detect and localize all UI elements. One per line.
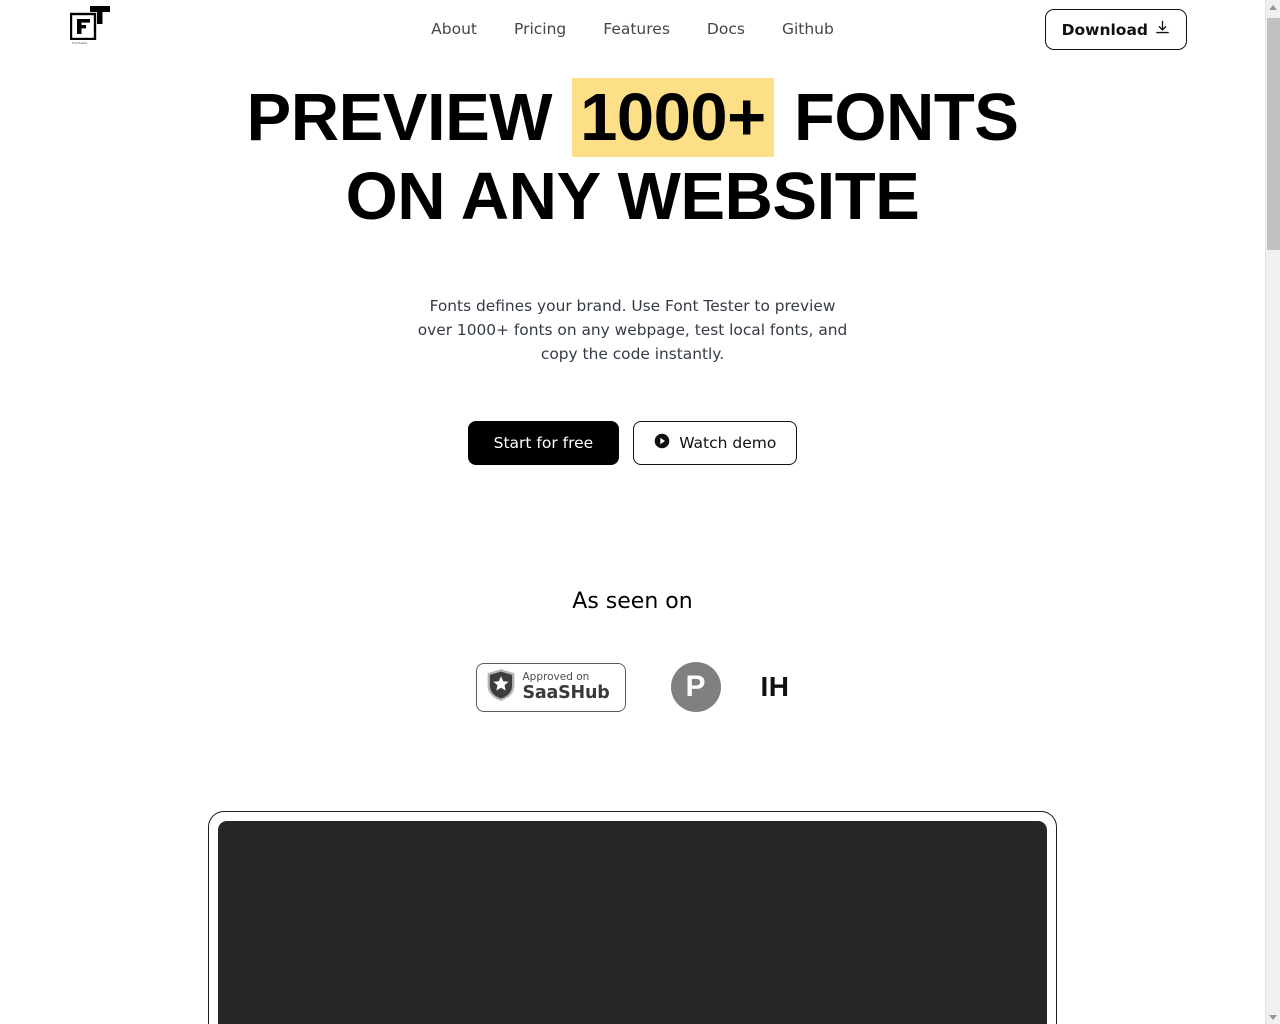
saashub-line2: SaaSHub xyxy=(522,682,610,703)
demo-video-player[interactable] xyxy=(218,821,1047,1024)
play-circle-icon xyxy=(654,433,670,453)
nav-item-about[interactable]: About xyxy=(431,17,477,41)
social-proof-badges: Approved on SaaSHub P IH xyxy=(0,662,1265,712)
hero-cta-group: Start for free Watch demo xyxy=(0,421,1265,465)
scrollbar-thumb[interactable] xyxy=(1267,18,1280,250)
scroll-up-arrow-icon[interactable] xyxy=(1266,0,1280,14)
saashub-line1: Approved on xyxy=(522,671,590,683)
nav-item-docs[interactable]: Docs xyxy=(707,17,745,41)
start-for-free-label: Start for free xyxy=(493,434,594,452)
product-hunt-badge[interactable]: P xyxy=(670,662,721,712)
page-content: font tester About Pricing Features Docs … xyxy=(0,0,1265,1024)
start-for-free-button[interactable]: Start for free xyxy=(467,421,620,465)
brand-tagline: font tester xyxy=(72,42,88,46)
download-button[interactable]: Download xyxy=(1044,9,1187,50)
scroll-down-arrow-icon[interactable] xyxy=(1266,1010,1280,1024)
saashub-badge-text: Approved on SaaSHub xyxy=(523,672,610,702)
vertical-scrollbar[interactable] xyxy=(1265,0,1280,1024)
hero-section: PREVIEW 1000+ FONTS ON ANY WEBSITE Fonts… xyxy=(0,58,1265,465)
demo-video-frame xyxy=(208,811,1057,1024)
social-proof-section: As seen on Approved on SaaSHub P IH xyxy=(0,587,1265,712)
download-icon xyxy=(1155,20,1170,39)
download-button-label: Download xyxy=(1061,20,1148,39)
saashub-badge[interactable]: Approved on SaaSHub xyxy=(475,662,626,712)
page-root: font tester About Pricing Features Docs … xyxy=(0,0,1280,1024)
nav-item-pricing[interactable]: Pricing xyxy=(514,17,566,41)
indie-hackers-badge[interactable]: IH xyxy=(761,672,790,702)
hero-subtitle: Fonts defines your brand. Use Font Teste… xyxy=(417,297,848,363)
hero-title-line2: ON ANY WEBSITE xyxy=(345,159,920,234)
watch-demo-label: Watch demo xyxy=(679,434,777,452)
hero-title-part2: FONTS xyxy=(793,80,1019,155)
product-hunt-letter: P xyxy=(685,670,706,703)
page-title: PREVIEW 1000+ FONTS ON ANY WEBSITE xyxy=(183,78,1083,236)
top-navbar: font tester About Pricing Features Docs … xyxy=(0,0,1265,58)
nav-item-features[interactable]: Features xyxy=(603,17,670,41)
hero-title-part1: PREVIEW xyxy=(246,80,553,155)
nav-item-github[interactable]: Github xyxy=(782,17,834,41)
watch-demo-button[interactable]: Watch demo xyxy=(633,421,798,465)
social-proof-heading: As seen on xyxy=(572,589,693,614)
hero-title-highlight: 1000+ xyxy=(572,78,774,157)
shield-star-icon xyxy=(486,668,516,706)
